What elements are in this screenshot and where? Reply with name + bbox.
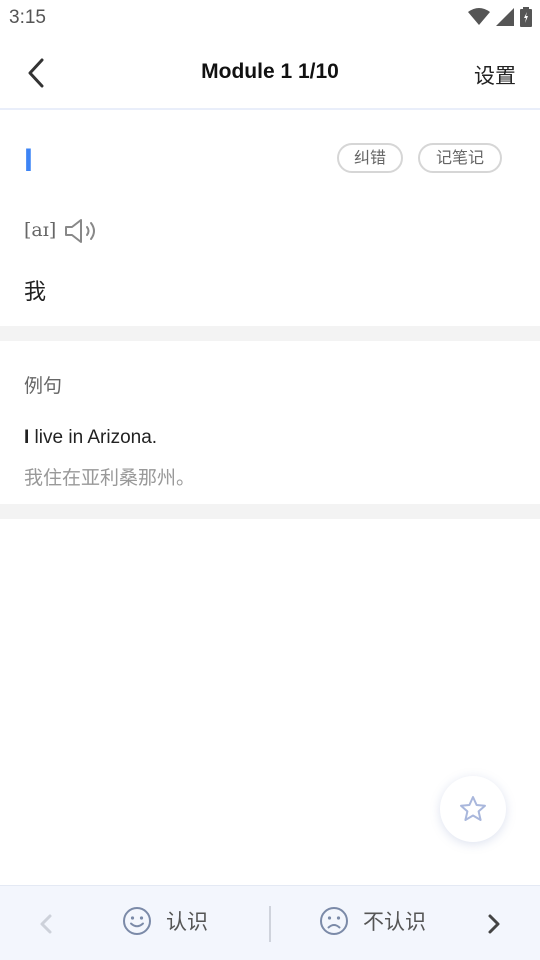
take-note-button[interactable]: 记笔记 (418, 143, 502, 173)
know-label: 认识 (166, 910, 208, 934)
status-icons (468, 7, 532, 27)
example-sentence-rest: live in Arizona. (29, 427, 158, 448)
next-icon[interactable] (484, 910, 504, 938)
speaker-icon[interactable] (64, 217, 100, 245)
prev-icon[interactable] (36, 910, 56, 938)
page-title: Module 1 1/10 (201, 60, 339, 83)
examples-heading: 例句 (24, 375, 63, 397)
favorite-button[interactable] (440, 776, 506, 842)
battery-icon (520, 7, 532, 27)
dont-know-button[interactable]: 不认识 (319, 906, 426, 936)
status-bar: 3:15 (0, 0, 540, 36)
status-time: 3:15 (9, 7, 46, 28)
phonetic-text: [aɪ] (24, 219, 57, 241)
example-translation: 我住在亚利桑那州。 (24, 467, 196, 489)
top-header: Module 1 1/10 设置 (0, 36, 540, 110)
section-divider (0, 504, 540, 519)
star-icon (460, 796, 486, 821)
word-card: I 纠错 记笔记 [aɪ] 我 (0, 112, 540, 326)
dont-know-label: 不认识 (363, 910, 426, 934)
word-text: I (24, 142, 33, 178)
wifi-icon (468, 8, 490, 25)
word-meaning: 我 (24, 280, 47, 305)
signal-icon (496, 8, 514, 26)
smile-icon (123, 907, 151, 935)
bar-separator (269, 906, 271, 942)
know-button[interactable]: 认识 (122, 906, 208, 936)
section-divider (0, 326, 540, 341)
example-sentence: I live in Arizona. (24, 427, 157, 449)
correct-error-button[interactable]: 纠错 (337, 143, 403, 173)
settings-button[interactable]: 设置 (474, 60, 516, 90)
examples-section: 例句 I live in Arizona. 我住在亚利桑那州。 (0, 341, 540, 504)
bottom-action-bar: 认识 不认识 (0, 885, 540, 960)
frown-icon (320, 907, 348, 935)
